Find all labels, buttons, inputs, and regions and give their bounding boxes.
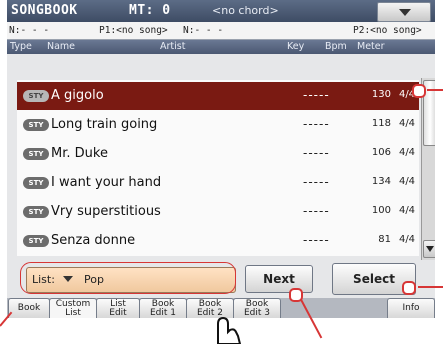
song-meter: 4/4 <box>398 234 416 245</box>
n2-value: N:- - - <box>183 25 224 36</box>
song-key: ----- <box>303 117 330 131</box>
style-type-badge: STY <box>23 206 49 218</box>
column-header: Type Name Artist Key Bpm Meter <box>7 40 435 54</box>
tab-label: Book <box>17 303 41 313</box>
callout-dot-select <box>402 281 416 295</box>
hand-cursor-icon <box>217 316 242 344</box>
song-meter: 4/4 <box>398 147 416 158</box>
song-bpm: 130 <box>371 89 391 100</box>
tab-custom-list[interactable]: Custom List <box>49 298 97 318</box>
page-menu-button[interactable] <box>377 2 431 22</box>
next-button[interactable]: Next <box>245 265 313 293</box>
tab-label: Info <box>402 303 420 313</box>
song-name: A gigolo <box>51 88 104 103</box>
list-callout-outline <box>20 262 236 294</box>
tab-book[interactable]: Book <box>8 298 50 318</box>
song-info-bar: N:- - - P1:<no song> N:- - - P2:<no song… <box>7 22 435 40</box>
p2-song: P2:<no song> <box>353 25 422 36</box>
scroll-down-button[interactable] <box>423 240 435 258</box>
song-meter: 4/4 <box>398 118 416 129</box>
master-transpose: MT: 0 <box>129 3 171 18</box>
song-row[interactable]: STY Vry superstitious ----- 100 4/4 <box>17 198 419 226</box>
tab-list-edit[interactable]: List Edit <box>96 298 140 318</box>
song-name: Long train going <box>51 117 158 132</box>
style-type-badge: STY <box>23 148 49 160</box>
song-key: ----- <box>303 233 330 247</box>
callout-line-select <box>418 286 443 288</box>
style-type-badge: STY <box>23 177 49 189</box>
song-row[interactable]: STY Senza donne ----- 81 4/4 <box>17 227 419 255</box>
tab-label: List <box>65 308 81 318</box>
tab-label: Edit 1 <box>149 308 176 318</box>
style-type-badge: STY <box>23 90 49 102</box>
tab-label: Edit <box>109 308 127 318</box>
song-bpm: 134 <box>371 176 391 187</box>
song-key: ----- <box>303 204 330 218</box>
col-meter: Meter <box>357 41 385 52</box>
col-bpm: Bpm <box>325 41 347 52</box>
song-meter: 4/4 <box>398 205 416 216</box>
song-key: ----- <box>303 146 330 160</box>
col-name: Name <box>47 41 76 52</box>
tab-info[interactable]: Info <box>387 298 435 318</box>
song-name: Vry superstitious <box>51 204 161 219</box>
song-row[interactable]: STY Mr. Duke ----- 106 4/4 <box>17 140 419 168</box>
song-bpm: 100 <box>371 205 391 216</box>
col-artist: Artist <box>160 41 186 52</box>
col-key: Key <box>287 41 305 52</box>
p1-song: P1:<no song> <box>99 25 168 36</box>
callout-dot-next <box>289 288 303 302</box>
song-bpm: 81 <box>378 234 391 245</box>
song-key: ----- <box>303 175 330 189</box>
style-type-badge: STY <box>23 119 49 131</box>
song-row[interactable]: STY I want your hand ----- 134 4/4 <box>17 169 419 197</box>
song-name: Mr. Duke <box>51 146 108 161</box>
song-name: Senza donne <box>51 233 136 248</box>
style-type-badge: STY <box>23 235 49 247</box>
song-name: I want your hand <box>51 175 162 190</box>
tab-book-edit-1[interactable]: Book Edit 1 <box>139 298 187 318</box>
col-type: Type <box>10 41 32 52</box>
song-row[interactable]: STY Long train going ----- 118 4/4 <box>17 111 419 139</box>
n1-value: N:- - - <box>9 25 50 36</box>
title-bar: SONGBOOK MT: 0 <no chord> <box>7 0 435 22</box>
page-title: SONGBOOK <box>11 3 78 18</box>
song-row[interactable]: STY A gigolo ----- 130 4/4 <box>17 82 419 110</box>
song-bpm: 118 <box>371 118 391 129</box>
callout-line-row <box>427 89 443 91</box>
chord-display: <no chord> <box>212 4 279 17</box>
list-scrollbar[interactable] <box>421 78 435 260</box>
song-bpm: 106 <box>371 147 391 158</box>
song-meter: 4/4 <box>398 176 416 187</box>
callout-dot-row <box>412 84 426 98</box>
song-key: ----- <box>303 88 330 102</box>
